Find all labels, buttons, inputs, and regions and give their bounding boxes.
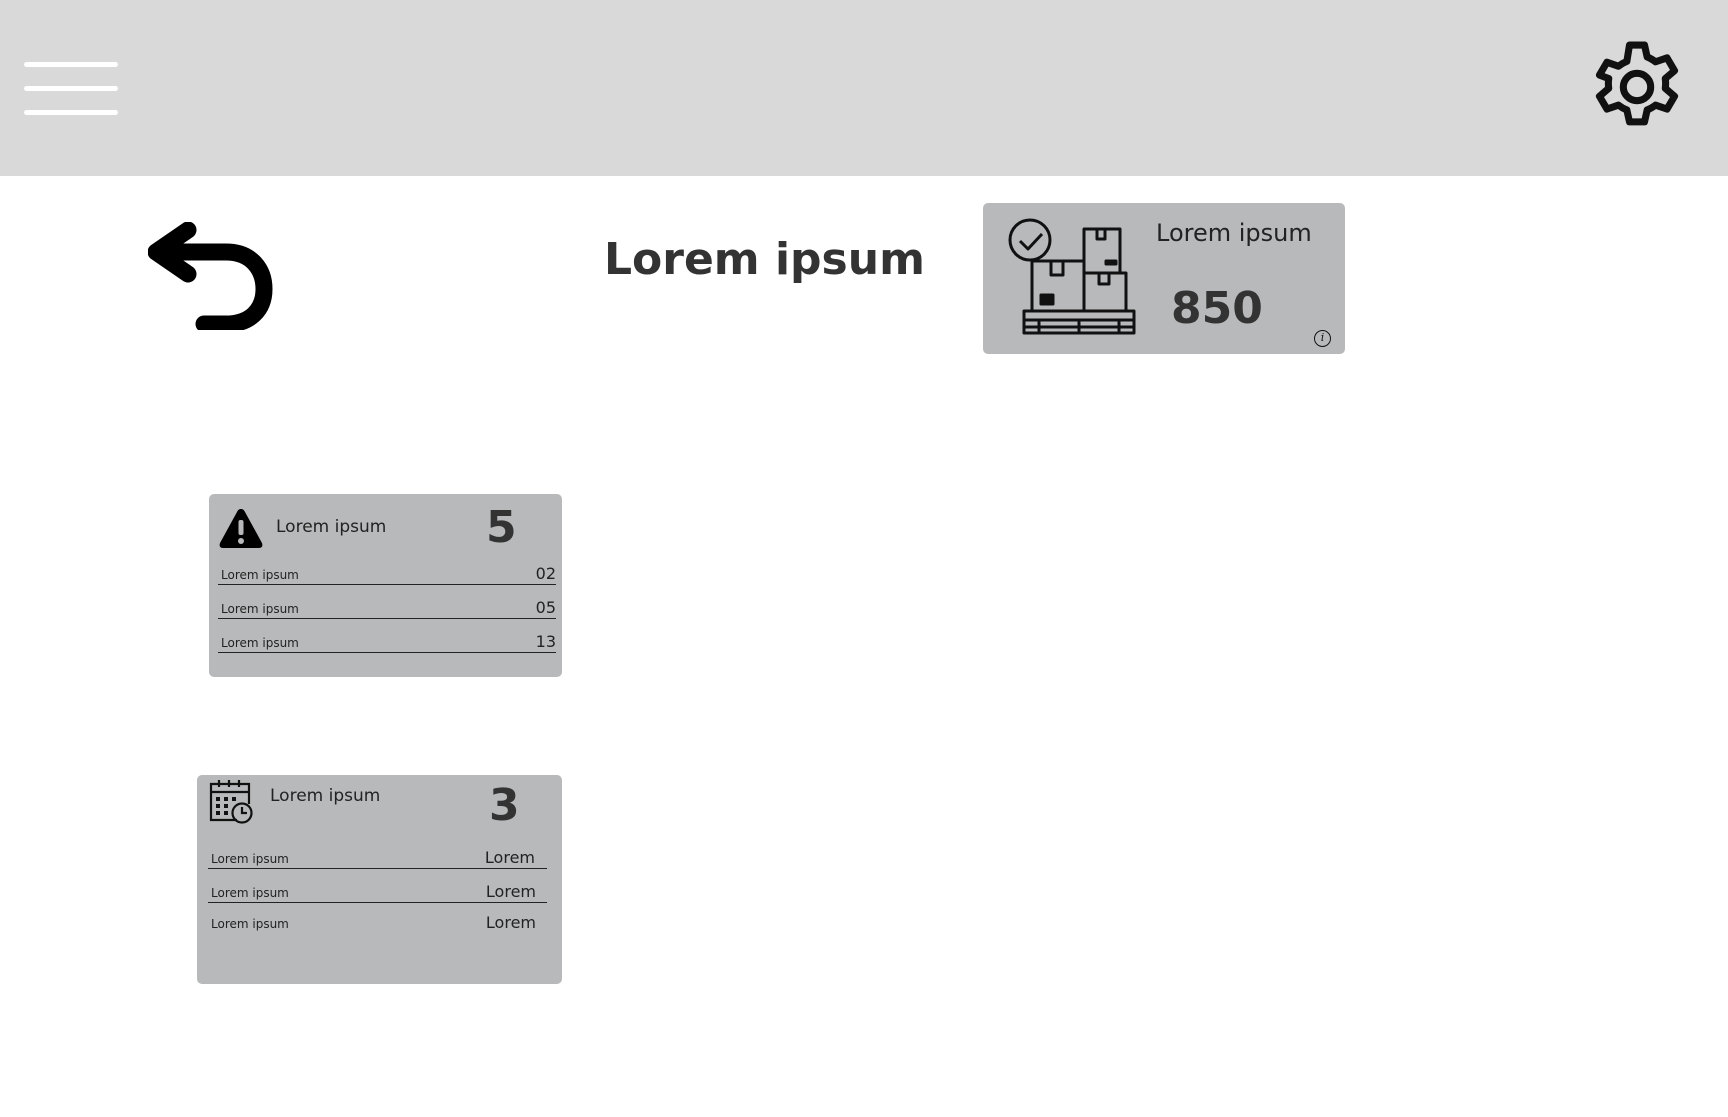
list-item[interactable]: Lorem ipsum Lorem [208, 845, 547, 869]
warning-icon [219, 509, 263, 548]
list-item-label: Lorem ipsum [221, 602, 299, 616]
list-item-value: Lorem [484, 848, 535, 867]
kpi-card[interactable]: Lorem ipsum 850 i [983, 203, 1345, 354]
kpi-label: Lorem ipsum [1156, 219, 1312, 247]
hamburger-menu-icon[interactable] [24, 60, 118, 120]
alert-card[interactable]: Lorem ipsum 5 Lorem ipsum 02 Lorem ipsum… [209, 494, 562, 677]
gear-icon[interactable] [1584, 34, 1690, 140]
page-title: Lorem ipsum [604, 234, 925, 285]
pallet-boxes-check-icon [1008, 218, 1136, 335]
list-item[interactable]: Lorem ipsum 05 [218, 595, 556, 619]
list-item-label: Lorem ipsum [211, 852, 289, 866]
calendar-clock-icon [209, 780, 253, 824]
info-icon[interactable]: i [1314, 330, 1331, 347]
list-item-value: 02 [535, 564, 556, 583]
schedule-card-label: Lorem ipsum [270, 786, 381, 806]
list-item[interactable]: Lorem ipsum 13 [218, 629, 556, 653]
undo-arrow-icon[interactable] [148, 222, 274, 330]
alert-card-label: Lorem ipsum [276, 517, 387, 537]
schedule-card-count: 3 [489, 780, 520, 831]
top-bar [0, 0, 1728, 176]
alert-card-count: 5 [486, 502, 517, 553]
list-item-label: Lorem ipsum [221, 568, 299, 582]
list-item-value: 13 [535, 632, 556, 651]
kpi-value: 850 [1171, 283, 1263, 334]
list-item[interactable]: Lorem ipsum 02 [218, 561, 556, 585]
list-item-label: Lorem ipsum [211, 917, 289, 931]
list-item-value: 05 [535, 598, 556, 617]
list-item-value: Lorem [485, 882, 536, 901]
list-item[interactable]: Lorem ipsum Lorem [208, 913, 547, 937]
list-item-label: Lorem ipsum [211, 886, 289, 900]
list-item-label: Lorem ipsum [221, 636, 299, 650]
list-item[interactable]: Lorem ipsum Lorem [208, 879, 547, 903]
schedule-card[interactable]: Lorem ipsum 3 Lorem ipsum Lorem Lorem ip… [197, 775, 562, 984]
list-item-value: Lorem [485, 913, 536, 932]
